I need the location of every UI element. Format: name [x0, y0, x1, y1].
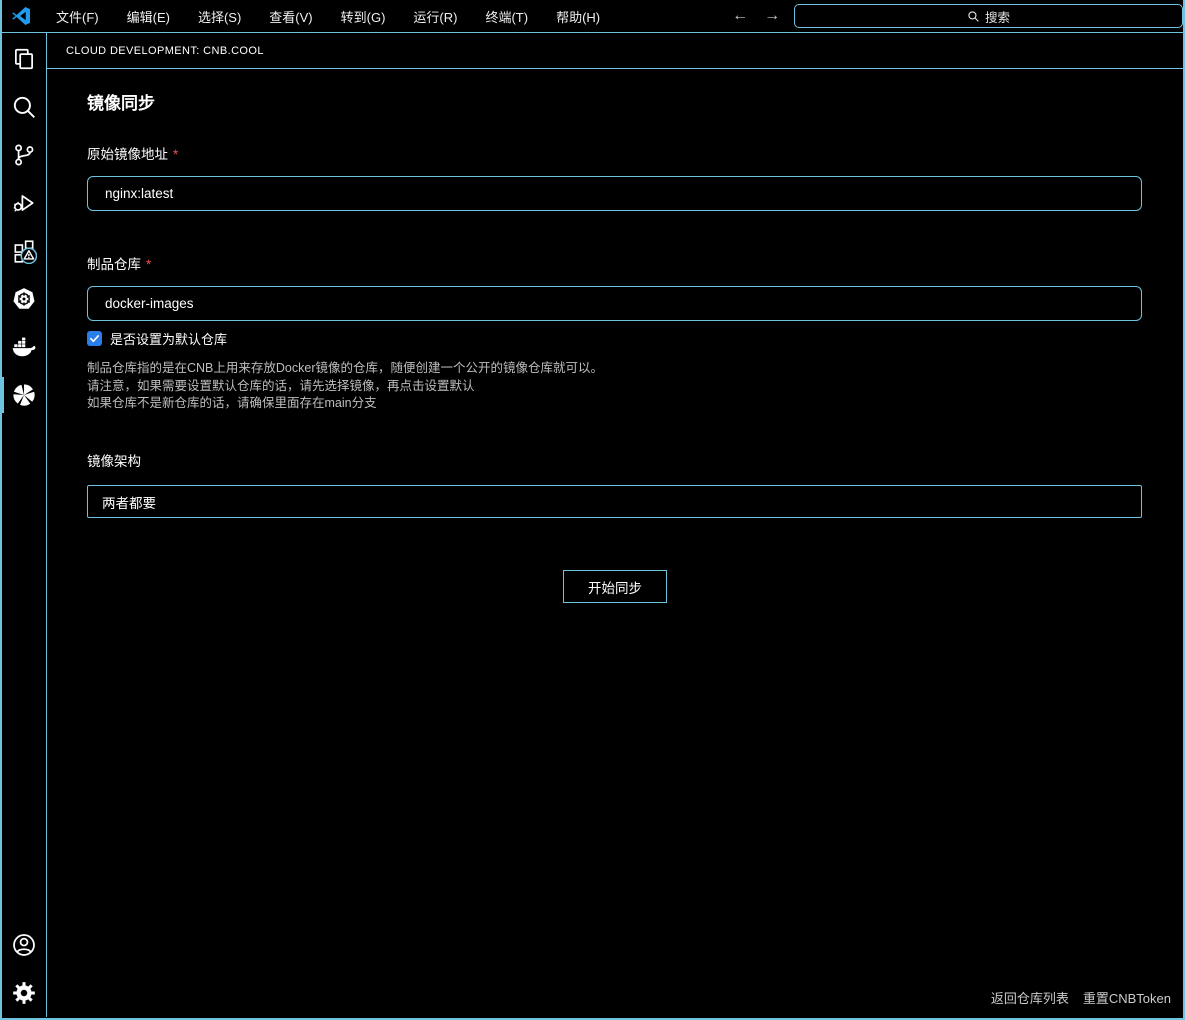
- menu-go[interactable]: 转到(G): [327, 3, 400, 30]
- title-bar: 文件(F) 编辑(E) 选择(S) 查看(V) 转到(G) 运行(R) 终端(T…: [2, 0, 1183, 33]
- page-title: 镜像同步: [87, 89, 155, 114]
- start-sync-button[interactable]: 开始同步: [563, 570, 667, 603]
- artifact-repo-label-text: 制品仓库: [87, 257, 141, 272]
- menu-edit[interactable]: 编辑(E): [113, 3, 184, 30]
- architecture-label-text: 镜像架构: [87, 454, 141, 469]
- footer-links: 返回仓库列表 重置CNBToken: [991, 988, 1171, 1007]
- required-asterisk: *: [146, 257, 151, 272]
- required-asterisk: *: [173, 147, 178, 162]
- cnb-pinwheel-icon: [11, 382, 37, 408]
- source-image-label-text: 原始镜像地址: [87, 147, 168, 162]
- default-repo-checkbox-row[interactable]: 是否设置为默认仓库: [87, 329, 227, 348]
- extensions-icon: [11, 238, 37, 264]
- help-line: 制品仓库指的是在CNB上用来存放Docker镜像的仓库，随便创建一个公开的镜像仓…: [87, 360, 603, 378]
- menu-selection[interactable]: 选择(S): [184, 3, 255, 30]
- search-placeholder: 搜索: [985, 7, 1010, 26]
- source-image-label: 原始镜像地址 *: [87, 143, 178, 163]
- menu-file[interactable]: 文件(F): [42, 3, 113, 30]
- settings-gear-icon: [11, 980, 37, 1006]
- architecture-label: 镜像架构: [87, 450, 141, 470]
- source-image-input[interactable]: [87, 176, 1142, 211]
- back-to-repo-list-link[interactable]: 返回仓库列表: [991, 988, 1069, 1007]
- history-navigation: ← →: [732, 7, 780, 25]
- default-repo-checkbox-label: 是否设置为默认仓库: [110, 329, 227, 348]
- architecture-selected-value: 两者都要: [102, 492, 156, 512]
- vscode-window: 文件(F) 编辑(E) 选择(S) 查看(V) 转到(G) 运行(R) 终端(T…: [0, 0, 1185, 1020]
- activity-account[interactable]: [2, 921, 46, 969]
- image-sync-form: 镜像同步 原始镜像地址* 制品仓库* 是否设置为默认仓库 制品仓库指的是在CNB: [47, 69, 1183, 1017]
- navigate-forward-icon[interactable]: →: [764, 7, 780, 25]
- activity-explorer[interactable]: [2, 35, 46, 83]
- activity-docker[interactable]: [2, 323, 46, 371]
- panel-header: CLOUD DEVELOPMENT: CNB.COOL: [47, 33, 1183, 69]
- help-line: 请注意，如果需要设置默认仓库的话，请先选择镜像，再点击设置默认: [87, 378, 603, 396]
- menu-terminal[interactable]: 终端(T): [471, 3, 542, 30]
- activity-cnb-cloud-development[interactable]: [2, 371, 46, 419]
- command-center-search[interactable]: 搜索: [794, 4, 1183, 28]
- activity-bar-spacer: [2, 419, 46, 921]
- help-line: 如果仓库不是新仓库的话，请确保里面存在main分支: [87, 395, 603, 413]
- menu-help[interactable]: 帮助(H): [542, 3, 614, 30]
- architecture-select[interactable]: 两者都要: [87, 485, 1142, 518]
- menu-view[interactable]: 查看(V): [255, 3, 326, 30]
- repo-help-text: 制品仓库指的是在CNB上用来存放Docker镜像的仓库，随便创建一个公开的镜像仓…: [87, 360, 603, 413]
- search-icon: [11, 94, 37, 120]
- activity-search[interactable]: [2, 83, 46, 131]
- artifact-repo-input[interactable]: [87, 286, 1142, 321]
- activity-extensions[interactable]: [2, 227, 46, 275]
- explorer-files-icon: [11, 46, 37, 72]
- reset-cnb-token-link[interactable]: 重置CNBToken: [1083, 988, 1171, 1007]
- search-icon: [967, 10, 980, 23]
- docker-icon: [11, 334, 37, 360]
- run-and-debug-icon: [11, 190, 37, 216]
- kubernetes-icon: [11, 286, 37, 312]
- account-icon: [11, 932, 37, 958]
- checkbox-checked-icon[interactable]: [87, 331, 102, 346]
- source-control-icon: [11, 142, 37, 168]
- webview-panel: CLOUD DEVELOPMENT: CNB.COOL 镜像同步 原始镜像地址 *…: [47, 33, 1183, 1017]
- activity-bar: [2, 33, 47, 1017]
- vscode-logo-icon: [10, 5, 32, 27]
- panel-title: CLOUD DEVELOPMENT: CNB.COOL: [66, 45, 264, 57]
- menu-run[interactable]: 运行(R): [399, 3, 471, 30]
- navigate-back-icon[interactable]: ←: [732, 7, 748, 25]
- artifact-repo-label: 制品仓库 *: [87, 253, 151, 273]
- activity-settings[interactable]: [2, 969, 46, 1017]
- menu-bar: 文件(F) 编辑(E) 选择(S) 查看(V) 转到(G) 运行(R) 终端(T…: [42, 3, 614, 30]
- activity-source-control[interactable]: [2, 131, 46, 179]
- activity-run-debug[interactable]: [2, 179, 46, 227]
- activity-kubernetes[interactable]: [2, 275, 46, 323]
